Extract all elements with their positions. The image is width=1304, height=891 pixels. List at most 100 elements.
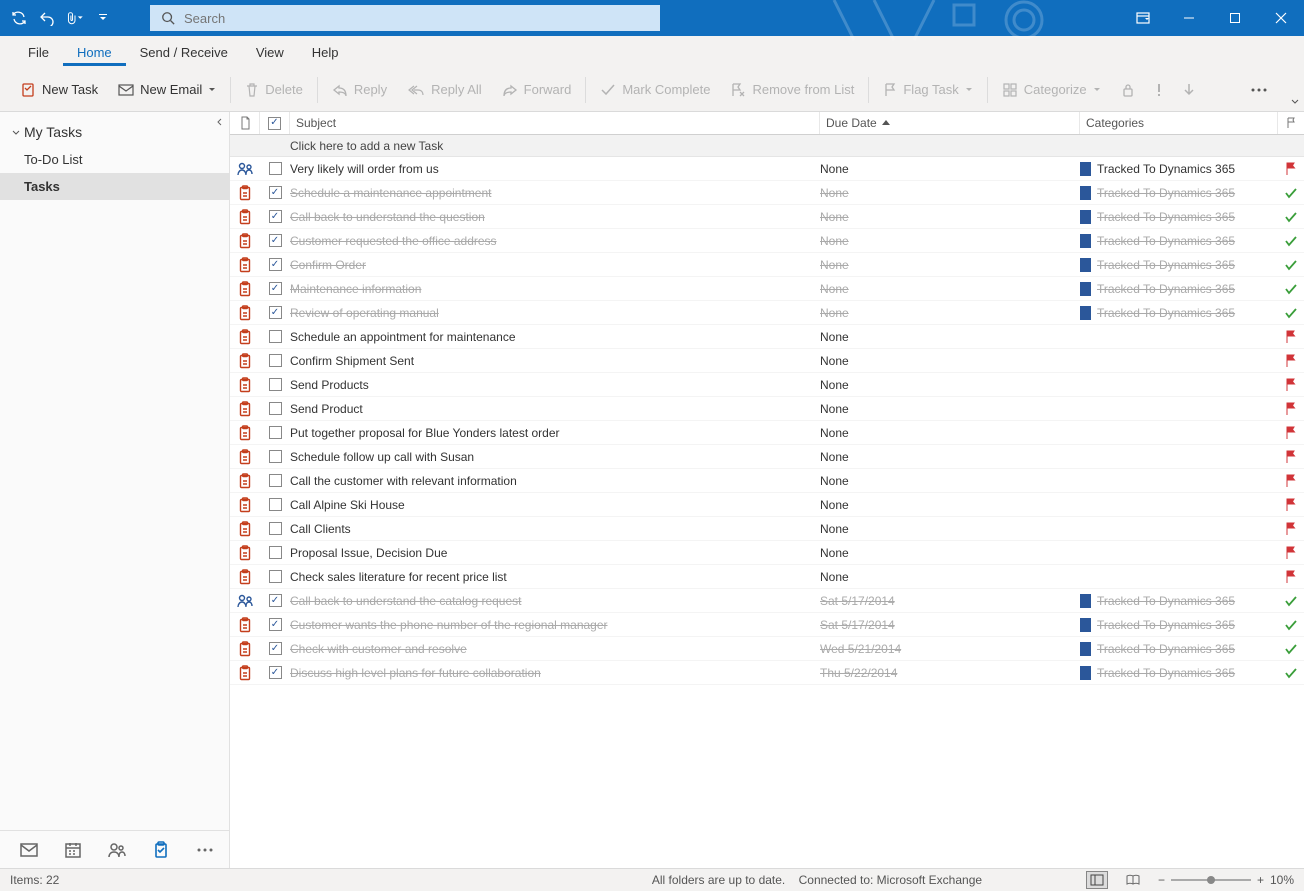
- task-row[interactable]: Customer requested the office addressNon…: [230, 229, 1304, 253]
- ribbon-display-options-icon[interactable]: [1120, 0, 1166, 36]
- task-flag-icon[interactable]: [1278, 595, 1304, 607]
- col-subject-header[interactable]: Subject: [290, 112, 820, 134]
- nav-more-icon[interactable]: [194, 839, 216, 861]
- task-row[interactable]: Confirm Shipment SentNone: [230, 349, 1304, 373]
- task-flag-icon[interactable]: [1278, 211, 1304, 223]
- task-row[interactable]: Send ProductNone: [230, 397, 1304, 421]
- ribbon-expand-button[interactable]: [1290, 95, 1300, 109]
- task-row[interactable]: Send ProductsNone: [230, 373, 1304, 397]
- task-flag-icon[interactable]: [1278, 235, 1304, 247]
- task-complete-checkbox[interactable]: [260, 378, 290, 391]
- task-complete-checkbox[interactable]: [260, 282, 290, 295]
- task-complete-checkbox[interactable]: [260, 618, 290, 631]
- menu-home[interactable]: Home: [63, 39, 126, 66]
- task-flag-icon[interactable]: [1278, 283, 1304, 295]
- task-complete-checkbox[interactable]: [260, 546, 290, 559]
- task-flag-icon[interactable]: [1278, 619, 1304, 631]
- task-complete-checkbox[interactable]: [260, 234, 290, 247]
- task-row[interactable]: Discuss high level plans for future coll…: [230, 661, 1304, 685]
- task-complete-checkbox[interactable]: [260, 522, 290, 535]
- task-complete-checkbox[interactable]: [260, 210, 290, 223]
- normal-view-button[interactable]: [1086, 871, 1108, 889]
- sync-icon[interactable]: [10, 9, 28, 27]
- task-row[interactable]: Call Alpine Ski HouseNone: [230, 493, 1304, 517]
- task-complete-checkbox[interactable]: [260, 474, 290, 487]
- task-complete-checkbox[interactable]: [260, 186, 290, 199]
- task-row[interactable]: Review of operating manualNoneTracked To…: [230, 301, 1304, 325]
- task-complete-checkbox[interactable]: [260, 594, 290, 607]
- task-complete-checkbox[interactable]: [260, 666, 290, 679]
- task-row[interactable]: Check sales literature for recent price …: [230, 565, 1304, 589]
- task-flag-icon[interactable]: [1278, 378, 1304, 392]
- calendar-module-icon[interactable]: [62, 839, 84, 861]
- menu-view[interactable]: View: [242, 39, 298, 66]
- task-row[interactable]: Confirm OrderNoneTracked To Dynamics 365: [230, 253, 1304, 277]
- task-complete-checkbox[interactable]: [260, 642, 290, 655]
- attachment-icon[interactable]: [66, 9, 84, 27]
- reading-view-button[interactable]: [1122, 871, 1144, 889]
- task-flag-icon[interactable]: [1278, 498, 1304, 512]
- task-row[interactable]: Very likely will order from usNoneTracke…: [230, 157, 1304, 181]
- mark-complete-button[interactable]: Mark Complete: [590, 74, 720, 106]
- col-categories-header[interactable]: Categories: [1080, 112, 1278, 134]
- col-icon-header[interactable]: [230, 112, 260, 134]
- zoom-control[interactable]: − + 10%: [1158, 873, 1294, 887]
- task-row[interactable]: Put together proposal for Blue Yonders l…: [230, 421, 1304, 445]
- task-row[interactable]: Schedule an appointment for maintenanceN…: [230, 325, 1304, 349]
- task-flag-icon[interactable]: [1278, 546, 1304, 560]
- zoom-slider[interactable]: [1171, 879, 1251, 881]
- task-row[interactable]: Call back to understand the catalog requ…: [230, 589, 1304, 613]
- task-complete-checkbox[interactable]: [260, 402, 290, 415]
- nav-my-tasks-header[interactable]: My Tasks: [0, 112, 229, 146]
- task-complete-checkbox[interactable]: [260, 258, 290, 271]
- zoom-out-button[interactable]: −: [1158, 873, 1165, 887]
- task-row[interactable]: Proposal Issue, Decision DueNone: [230, 541, 1304, 565]
- task-flag-icon[interactable]: [1278, 667, 1304, 679]
- task-flag-icon[interactable]: [1278, 354, 1304, 368]
- task-complete-checkbox[interactable]: [260, 162, 290, 175]
- minimize-button[interactable]: [1166, 0, 1212, 36]
- task-row[interactable]: Customer wants the phone number of the r…: [230, 613, 1304, 637]
- task-flag-icon[interactable]: [1278, 307, 1304, 319]
- nav-tasks[interactable]: Tasks: [0, 173, 229, 200]
- menu-help[interactable]: Help: [298, 39, 353, 66]
- task-row[interactable]: Call back to understand the questionNone…: [230, 205, 1304, 229]
- reply-all-button[interactable]: Reply All: [397, 74, 492, 106]
- search-box[interactable]: [150, 5, 660, 31]
- task-row[interactable]: Schedule follow up call with SusanNone: [230, 445, 1304, 469]
- low-importance-button[interactable]: [1173, 74, 1205, 106]
- new-email-button[interactable]: New Email: [108, 74, 226, 106]
- nav-todo-list[interactable]: To-Do List: [0, 146, 229, 173]
- task-row[interactable]: Call ClientsNone: [230, 517, 1304, 541]
- task-flag-icon[interactable]: [1278, 570, 1304, 584]
- task-flag-icon[interactable]: [1278, 162, 1304, 176]
- col-complete-header[interactable]: [260, 112, 290, 134]
- task-flag-icon[interactable]: [1278, 259, 1304, 271]
- high-importance-button[interactable]: [1145, 74, 1173, 106]
- task-complete-checkbox[interactable]: [260, 306, 290, 319]
- task-row[interactable]: Check with customer and resolveWed 5/21/…: [230, 637, 1304, 661]
- mail-module-icon[interactable]: [18, 839, 40, 861]
- menu-send-receive[interactable]: Send / Receive: [126, 39, 242, 66]
- undo-icon[interactable]: [38, 9, 56, 27]
- delete-button[interactable]: Delete: [235, 74, 313, 106]
- menu-file[interactable]: File: [14, 39, 63, 66]
- categorize-button[interactable]: Categorize: [992, 74, 1111, 106]
- private-button[interactable]: [1111, 74, 1145, 106]
- ribbon-more-button[interactable]: [1240, 74, 1278, 106]
- tasks-module-icon[interactable]: [150, 839, 172, 861]
- remove-from-list-button[interactable]: Remove from List: [720, 74, 864, 106]
- task-complete-checkbox[interactable]: [260, 498, 290, 511]
- task-complete-checkbox[interactable]: [260, 450, 290, 463]
- reply-button[interactable]: Reply: [322, 74, 397, 106]
- task-complete-checkbox[interactable]: [260, 426, 290, 439]
- nav-collapse-button[interactable]: [215, 116, 225, 130]
- qat-dropdown-icon[interactable]: [94, 9, 112, 27]
- task-flag-icon[interactable]: [1278, 187, 1304, 199]
- task-complete-checkbox[interactable]: [260, 330, 290, 343]
- task-row[interactable]: Schedule a maintenance appointmentNoneTr…: [230, 181, 1304, 205]
- task-flag-icon[interactable]: [1278, 426, 1304, 440]
- task-flag-icon[interactable]: [1278, 522, 1304, 536]
- task-flag-icon[interactable]: [1278, 450, 1304, 464]
- forward-button[interactable]: Forward: [492, 74, 582, 106]
